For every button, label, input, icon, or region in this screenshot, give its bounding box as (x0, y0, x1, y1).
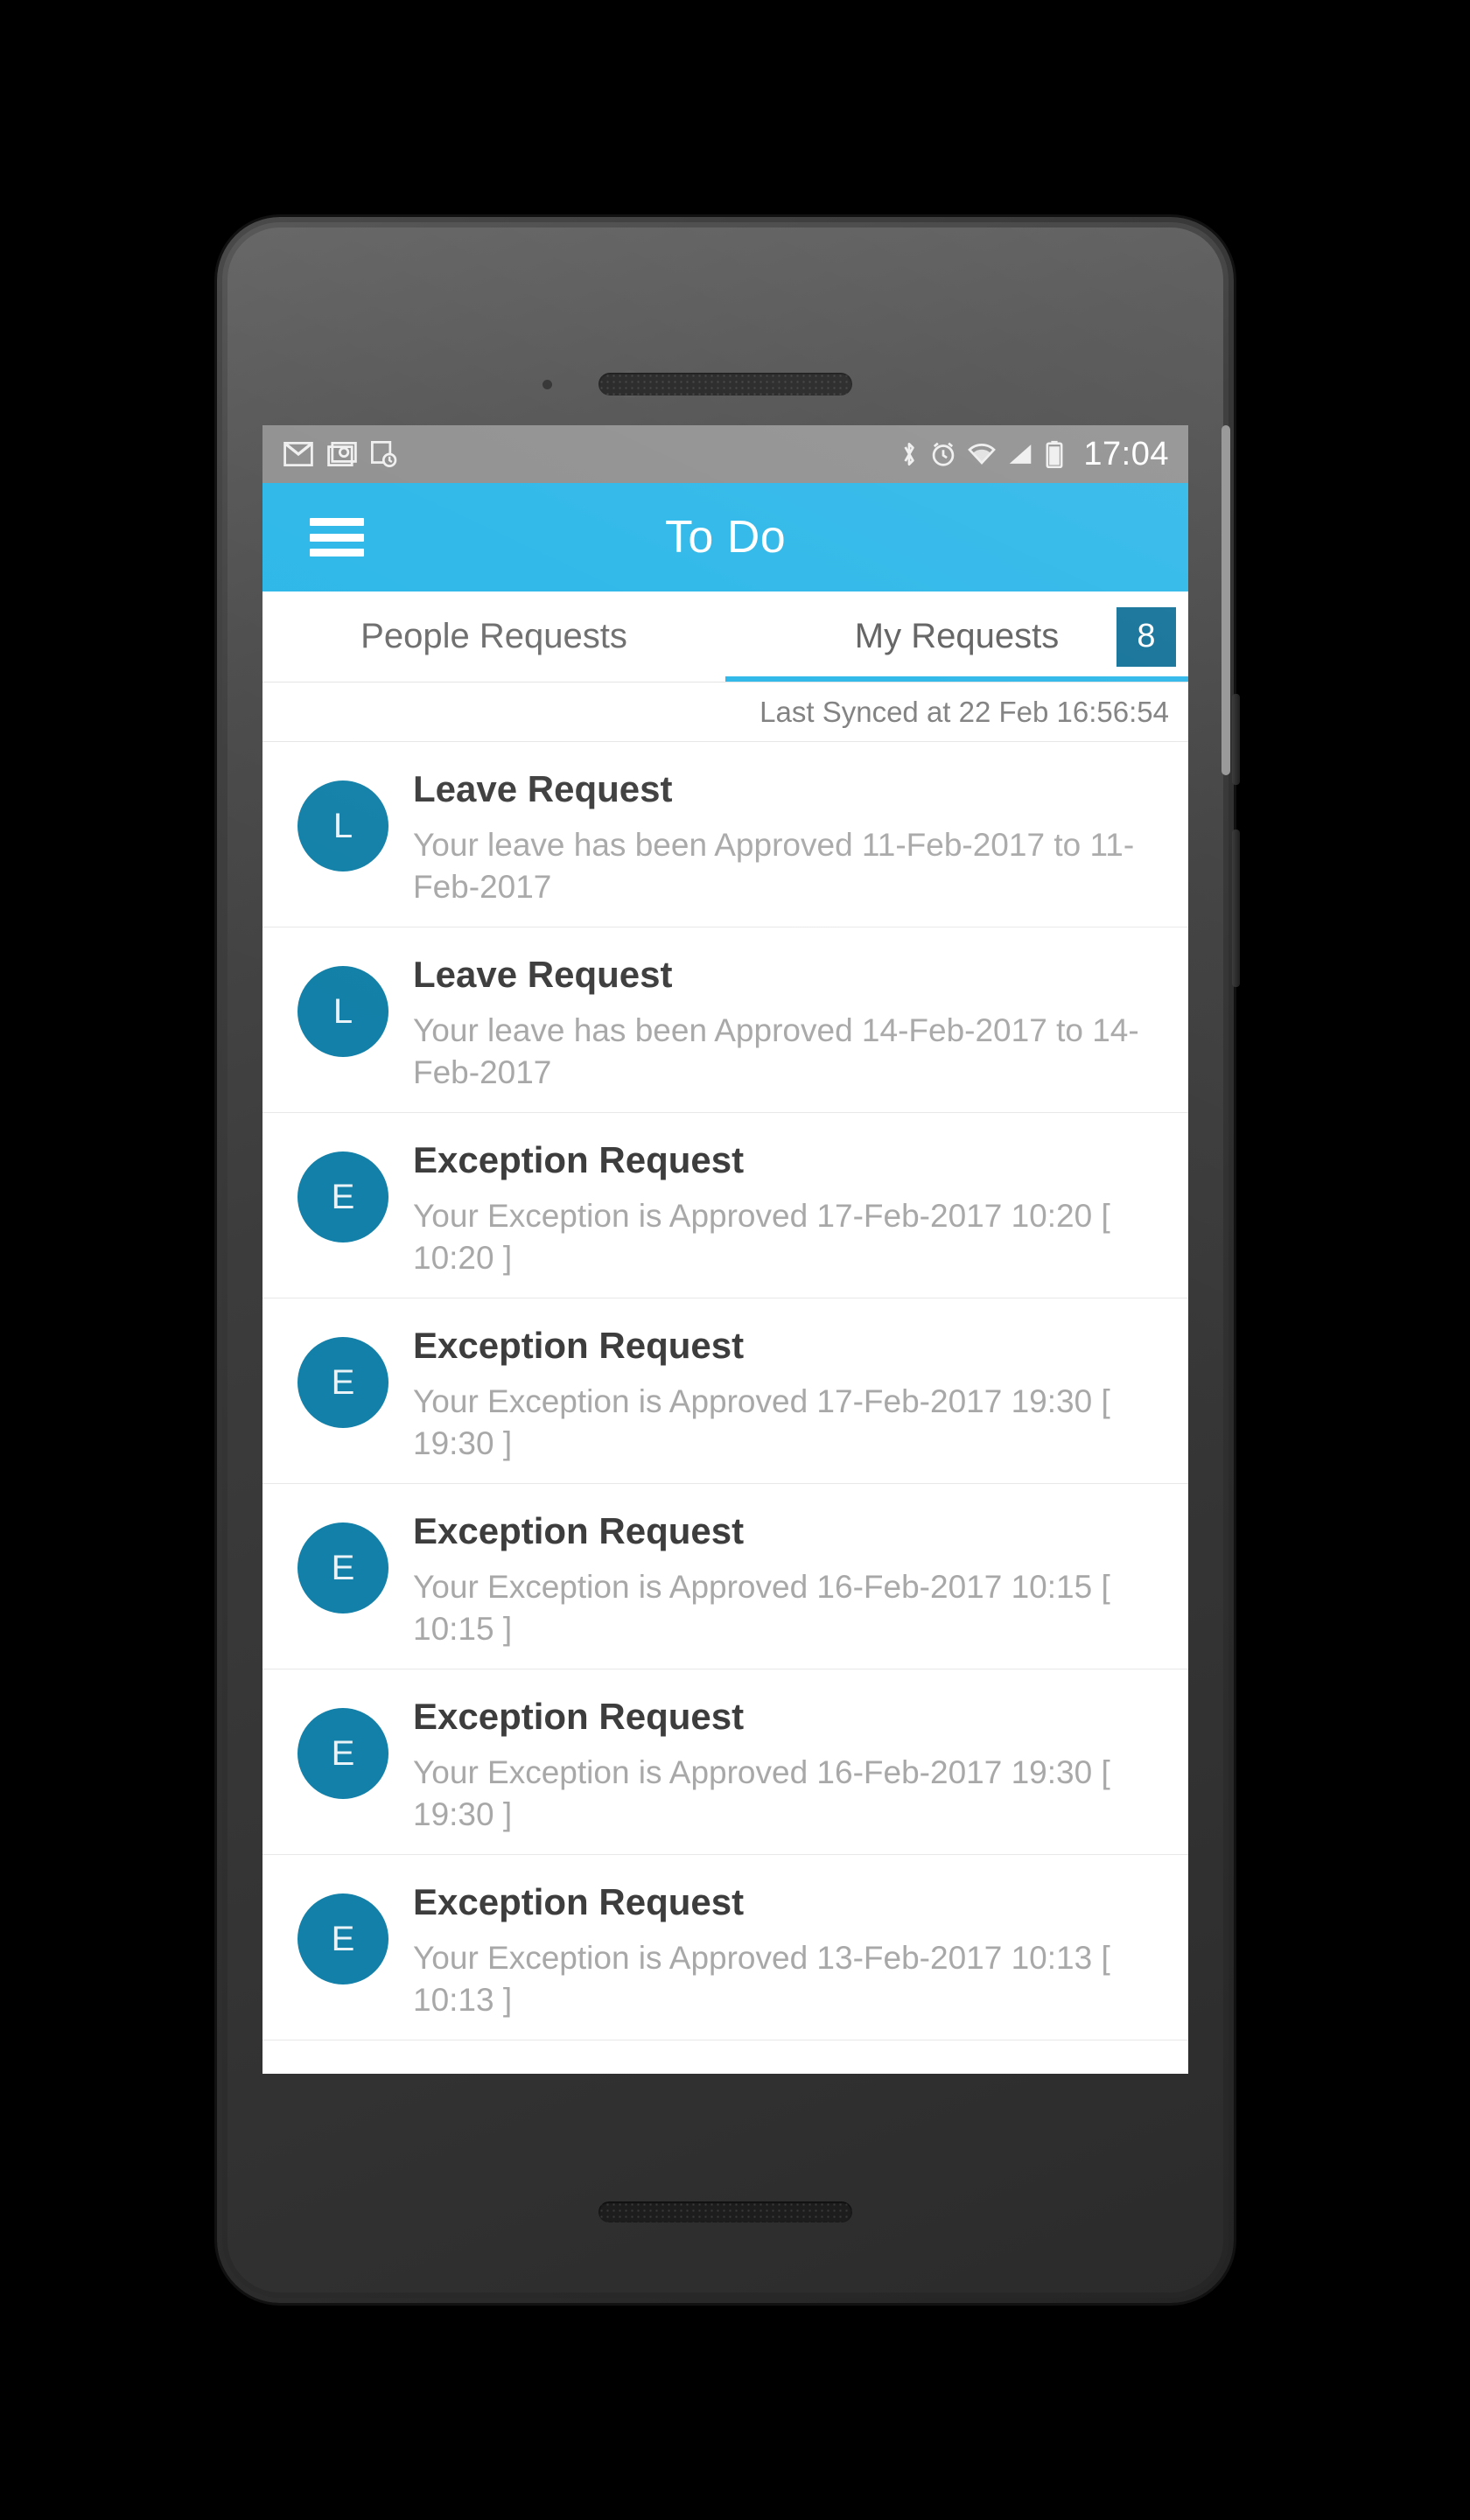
list-item[interactable]: E Exception Request Your Exception is Appr… (262, 1670, 1188, 1856)
tab-bar: People Requests My Requests 8 (262, 592, 1188, 682)
list-item-title: Leave Request (413, 954, 673, 996)
list-item-subtitle: Your Exception is Approved 13-Feb-2017 1… (413, 1940, 1110, 2018)
earpiece-speaker-grille (598, 373, 852, 396)
avatar: L (298, 966, 388, 1058)
bluetooth-icon (904, 442, 915, 466)
status-bar-notification-icons (284, 441, 397, 467)
hamburger-line (310, 518, 364, 526)
proximity-sensor-icon (542, 380, 552, 389)
volume-button[interactable] (1232, 830, 1240, 987)
list-item-subtitle: Your leave has been Approved 14-Feb-2017… (413, 1012, 1139, 1090)
power-button[interactable] (1232, 694, 1240, 785)
phone-screen: 17:04 To Do People Requests My Requests (262, 425, 1188, 2074)
list-item-body: Leave Request Your leave has been Approve… (413, 947, 1166, 1093)
list-item[interactable]: E Exception Request Your Exception is Appr… (262, 1484, 1188, 1670)
list-item-title: Exception Request (413, 1881, 745, 1923)
list-item-subtitle: Your Exception is Approved 17-Feb-2017 1… (413, 1383, 1110, 1461)
active-tab-indicator (725, 676, 1188, 682)
list-item[interactable]: E Exception Request Your Exception is Appr… (262, 1113, 1188, 1299)
status-bar-clock: 17:04 (1083, 436, 1169, 472)
list-item-body: Exception Request Your Exception is Appro… (413, 1503, 1166, 1649)
status-bar: 17:04 (262, 425, 1188, 483)
wifi-icon (968, 444, 997, 465)
last-synced-bar: Last Synced at 22 Feb 16:56:54 (262, 682, 1188, 742)
list-item-body: Exception Request Your Exception is Appro… (413, 1874, 1166, 2020)
list-item-title: Exception Request (413, 1696, 745, 1738)
list-item-body: Exception Request Your Exception is Appro… (413, 1689, 1166, 1835)
tab-people-requests-label: People Requests (360, 617, 627, 655)
tab-my-requests-badge: 8 (1116, 606, 1176, 667)
bottom-speaker-grille (598, 2202, 852, 2222)
avatar: L (298, 780, 388, 872)
hamburger-line (310, 533, 364, 542)
screenshot-icon (371, 441, 397, 467)
list-item-subtitle: Your Exception is Approved 17-Feb-2017 1… (413, 1198, 1110, 1276)
list-item[interactable]: E Exception Request Your Exception is Appr… (262, 1855, 1188, 2041)
tab-my-requests-label: My Requests (854, 617, 1060, 655)
list-item-subtitle: Your leave has been Approved 11-Feb-2017… (413, 827, 1135, 905)
camera-photo-icon (327, 442, 357, 466)
page-title: To Do (664, 512, 787, 563)
list-item-body: Exception Request Your Exception is Appro… (413, 1132, 1166, 1278)
list-item[interactable]: L Leave Request Your leave has been Approv… (262, 742, 1188, 928)
phone-device: 17:04 To Do People Requests My Requests (217, 217, 1240, 2303)
tab-people-requests[interactable]: People Requests (262, 592, 725, 682)
avatar: E (298, 1522, 388, 1614)
avatar: E (298, 1708, 388, 1800)
list-item[interactable]: L Leave Request Your leave has been Approv… (262, 928, 1188, 1114)
avatar: E (298, 1337, 388, 1429)
avatar: E (298, 1894, 388, 1985)
list-scrollbar[interactable] (1222, 425, 1230, 775)
screenshot-stage: 17:04 To Do People Requests My Requests (0, 0, 1470, 2520)
list-item-body: Leave Request Your leave has been Approve… (413, 761, 1166, 907)
avatar: E (298, 1152, 388, 1243)
hamburger-line (310, 549, 364, 556)
battery-icon (1046, 440, 1063, 468)
list-item-subtitle: Your Exception is Approved 16-Feb-2017 1… (413, 1754, 1110, 1832)
alarm-clock-icon (933, 442, 955, 466)
list-item-subtitle: Your Exception is Approved 16-Feb-2017 1… (413, 1569, 1110, 1647)
list-item-title: Exception Request (413, 1139, 745, 1181)
hamburger-menu-icon[interactable] (310, 518, 364, 556)
gmail-icon (284, 442, 313, 466)
list-item-title: Leave Request (413, 768, 673, 809)
cellular-signal-icon (1010, 444, 1032, 464)
request-list[interactable]: L Leave Request Your leave has been Approv… (262, 742, 1188, 2041)
list-item-body: Exception Request Your Exception is Appro… (413, 1318, 1166, 1464)
list-item-title: Exception Request (413, 1325, 745, 1367)
list-item-title: Exception Request (413, 1510, 745, 1552)
status-bar-system-icons: 17:04 (900, 438, 1169, 471)
last-synced-text: Last Synced at 22 Feb 16:56:54 (760, 695, 1169, 728)
app-bar: To Do (262, 483, 1188, 592)
tab-my-requests[interactable]: My Requests 8 (725, 592, 1188, 682)
list-item[interactable]: E Exception Request Your Exception is Appr… (262, 1298, 1188, 1485)
